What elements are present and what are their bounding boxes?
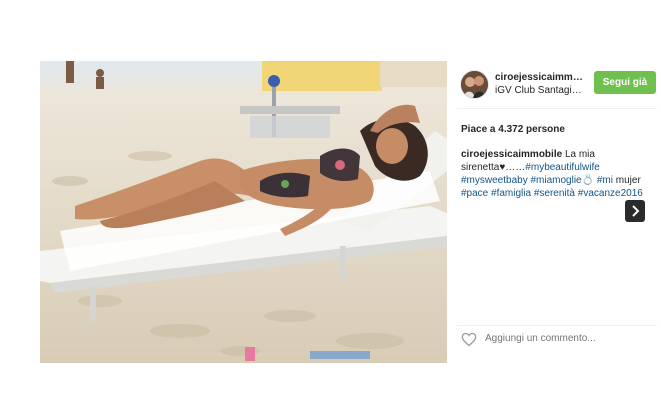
post-photo[interactable] — [40, 61, 447, 363]
hashtag-link[interactable]: #famiglia — [491, 188, 531, 199]
hashtag-link[interactable]: #serenità — [534, 188, 575, 199]
comment-input[interactable] — [485, 333, 635, 344]
location-link[interactable]: iGV Club Santagiu… — [495, 85, 587, 96]
divider — [457, 108, 657, 109]
hashtag-link[interactable]: #mybeautifulwife — [525, 162, 599, 173]
ring-icon: 💍 — [581, 175, 595, 186]
caption-ellipsis: …… — [505, 162, 526, 173]
hashtag-link[interactable]: #vacanze2016 — [578, 188, 643, 199]
beach-photo-illustration — [40, 61, 447, 363]
caption: ciroejessicaimmobile La mia sirenetta♥……… — [461, 148, 647, 200]
caption-text: mujer — [615, 175, 641, 186]
heart-outline-icon[interactable] — [461, 332, 477, 347]
follow-button[interactable]: Segui già — [594, 71, 656, 94]
chevron-right-icon — [632, 205, 640, 217]
divider — [457, 325, 657, 326]
hashtag-link[interactable]: #miamoglie — [530, 175, 581, 186]
next-post-button[interactable] — [625, 200, 645, 222]
avatar[interactable] — [460, 70, 489, 99]
username-link[interactable]: ciroejessicaimmo… — [495, 72, 587, 83]
caption-username[interactable]: ciroejessicaimmobile — [461, 149, 562, 160]
avatar-image — [461, 71, 488, 98]
hashtag-link[interactable]: #mysweetbaby — [461, 175, 528, 186]
likes-count[interactable]: Piace a 4.372 persone — [461, 124, 565, 135]
hashtag-link[interactable]: #pace — [461, 188, 488, 199]
hashtag-link[interactable]: #mi — [597, 175, 613, 186]
heart-outline-svg — [461, 332, 477, 347]
